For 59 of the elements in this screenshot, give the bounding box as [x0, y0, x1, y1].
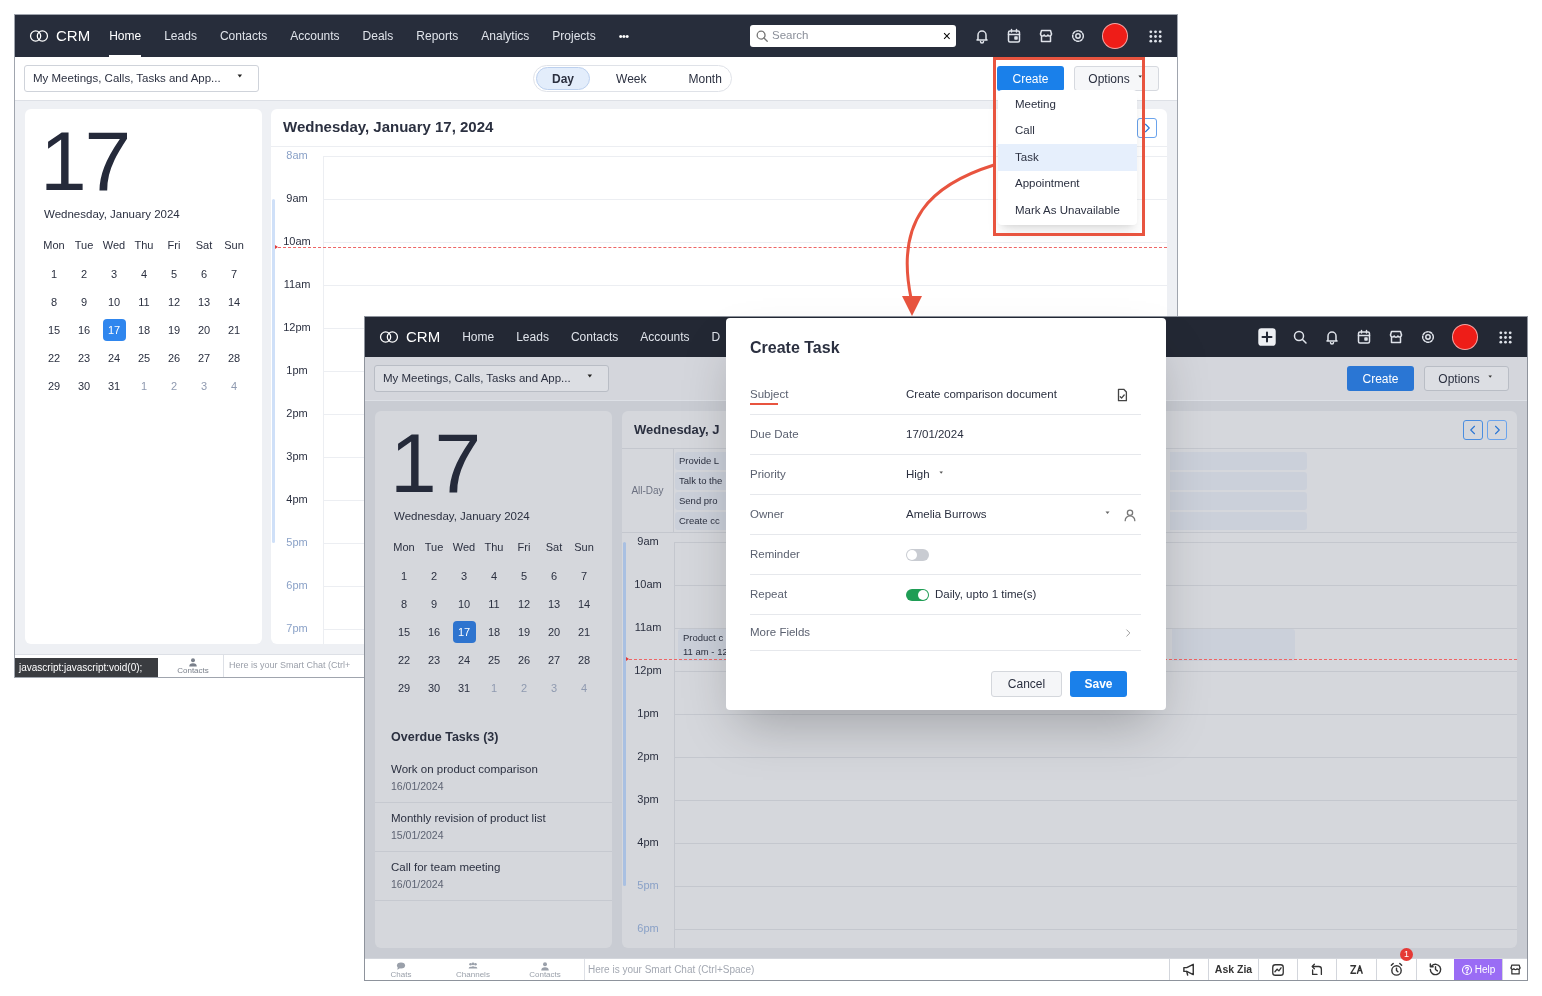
hour-label: 10am	[282, 236, 312, 247]
day-title: Wednesday, J	[634, 420, 720, 439]
brand-name: CRM	[406, 326, 441, 347]
hour-label: 2pm	[636, 751, 660, 762]
hour-label: 1pm	[636, 708, 660, 719]
weekday-label: Sun	[573, 540, 595, 556]
hour-label: 12pm	[282, 322, 312, 333]
date-caption: Wednesday, January 2024	[393, 509, 531, 524]
repeat-summary: Daily, upto 1 time(s)	[935, 586, 1037, 602]
weekday-label: Tue	[73, 238, 95, 254]
brand-name: CRM	[56, 25, 91, 46]
weekday-label: Fri	[166, 238, 182, 254]
hour-label: 6pm	[636, 923, 660, 934]
big-date: 17	[389, 415, 481, 497]
chat-hint: Here is your Smart Chat (Ctrl+Space)	[588, 963, 755, 977]
hour-label: 4pm	[636, 837, 660, 848]
notification-badge: 1	[1400, 948, 1413, 961]
field-label: Due Date	[750, 426, 799, 442]
status-tooltip: javascript:javascript:void(0);	[15, 658, 158, 677]
hour-label: 4pm	[285, 494, 309, 505]
hour-label: 2pm	[285, 408, 309, 419]
weekday-label: Tue	[423, 540, 445, 556]
hour-label: 10am	[633, 579, 663, 590]
field-label: Subject	[750, 385, 789, 404]
weekday-label: Mon	[392, 540, 416, 556]
hour-label: 5pm	[285, 537, 309, 548]
hour-label: 11am	[282, 279, 312, 290]
section-heading: Overdue Tasks (3)	[390, 729, 500, 747]
hour-label: 9am	[285, 193, 309, 204]
hour-label: 12pm	[633, 665, 663, 676]
weekday-label: Sat	[544, 540, 564, 556]
weekday-label: Wed	[101, 238, 127, 254]
hour-label: 6pm	[285, 580, 309, 591]
weekday-label: Thu	[483, 540, 505, 556]
field-label: Priority	[750, 466, 786, 482]
big-date: 17	[39, 113, 131, 195]
chat-hint: Here is your Smart Chat (Ctrl+	[229, 659, 351, 673]
weekday-label: Fri	[516, 540, 532, 556]
field-label: Reminder	[750, 546, 800, 562]
day-title: Wednesday, January 17, 2024	[283, 117, 494, 138]
hour-label: 3pm	[636, 794, 660, 805]
weekday-label: Wed	[451, 540, 477, 556]
date-caption: Wednesday, January 2024	[43, 207, 181, 222]
field-label: Repeat	[750, 586, 788, 602]
hour-label: 5pm	[636, 880, 660, 891]
hour-label: 7pm	[285, 623, 309, 634]
all-day-label: All-Day	[631, 484, 664, 498]
dialog-title: Create Task	[750, 338, 841, 358]
hour-label: 9am	[636, 536, 660, 547]
hour-label: 1pm	[285, 365, 309, 376]
field-label: More Fields	[750, 624, 811, 640]
weekday-label: Sat	[194, 238, 214, 254]
weekday-label: Thu	[133, 238, 155, 254]
hour-label: 8am	[285, 150, 309, 161]
hour-label: 11am	[633, 622, 663, 633]
hour-label: 3pm	[285, 451, 309, 462]
weekday-label: Mon	[42, 238, 66, 254]
field-label: Owner	[750, 506, 784, 522]
weekday-label: Sun	[223, 238, 245, 254]
